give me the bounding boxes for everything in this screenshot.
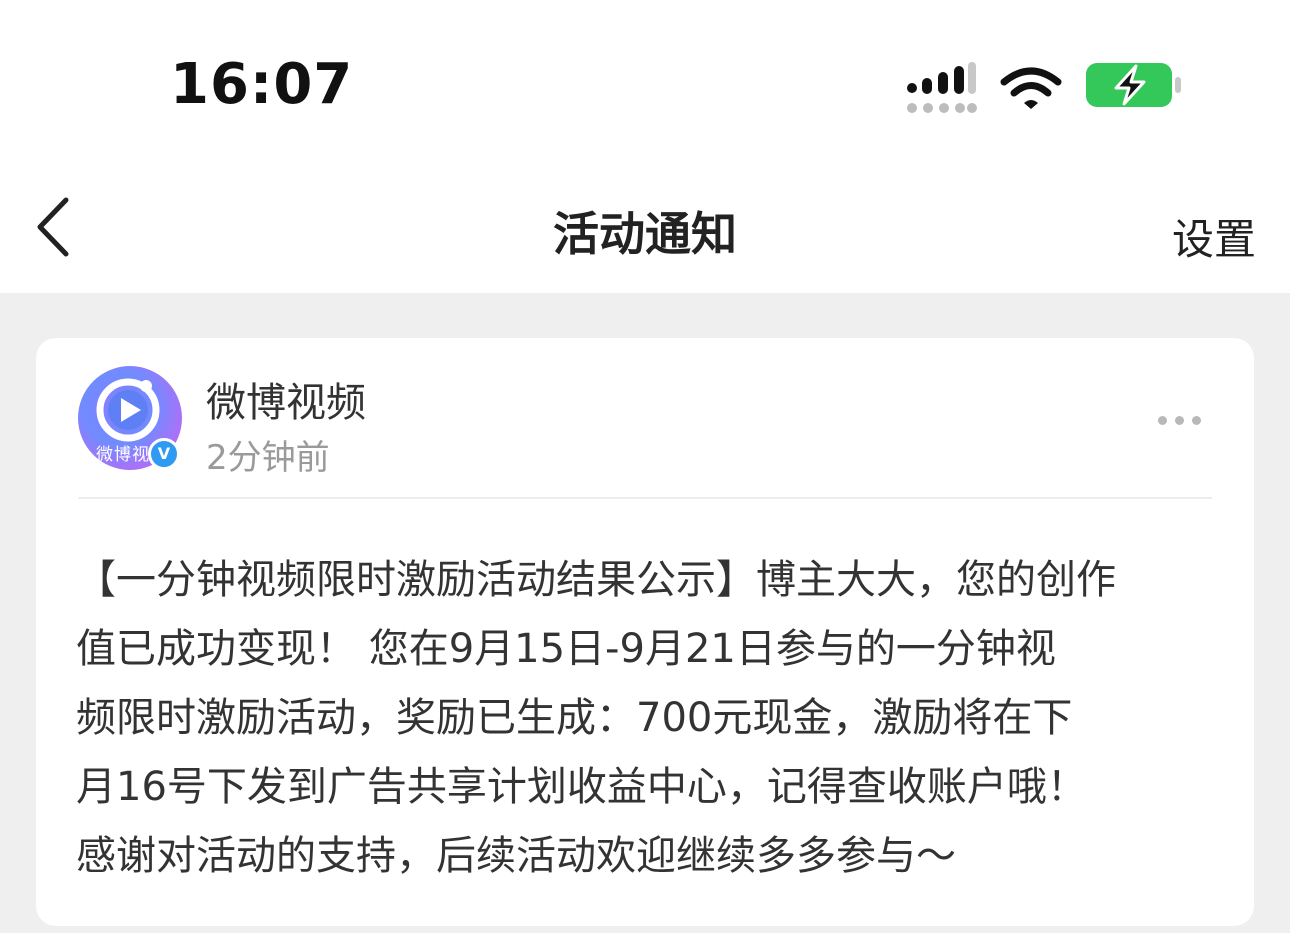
battery-charging-icon bbox=[1086, 63, 1181, 107]
divider bbox=[78, 497, 1212, 499]
message-line: 感谢对活动的支持，后续活动欢迎继续多多参与～ bbox=[76, 833, 956, 879]
cellular-signal-icon bbox=[907, 62, 977, 113]
settings-button[interactable]: 设置 bbox=[1172, 206, 1256, 267]
message-line: 频限时激励活动，奖励已生成：700元现金，激励将在下 bbox=[76, 695, 1073, 741]
status-icons bbox=[904, 62, 1194, 118]
navigation-bar: 活动通知 设置 bbox=[0, 160, 1290, 293]
avatar-label: 微博视 bbox=[96, 445, 150, 465]
message-line: 值已成功变现！ 您在9月15日-9月21日参与的一分钟视 bbox=[76, 626, 1056, 672]
account-name[interactable]: 微博视频 bbox=[206, 370, 366, 428]
notification-message: 【一分钟视频限时激励活动结果公示】博主大大，您的创作 值已成功变现！ 您在9月1… bbox=[76, 546, 1216, 891]
status-bar: 16:07 bbox=[0, 0, 1290, 160]
page-title: 活动通知 bbox=[553, 207, 737, 261]
more-dots-icon[interactable] bbox=[1158, 410, 1214, 426]
status-time: 16:07 bbox=[170, 52, 354, 117]
wifi-icon bbox=[1000, 67, 1062, 109]
post-timestamp: 2分钟前 bbox=[206, 438, 330, 478]
message-line: 月16号下发到广告共享计划收益中心，记得查收账户哦！ bbox=[76, 764, 1087, 810]
verified-badge-icon: V bbox=[148, 438, 180, 470]
notification-card: 微博视 V 微博视频 2分钟前 【一分钟视频限时激励活动结果公示】博主大大，您的… bbox=[36, 338, 1254, 926]
message-line: 【一分钟视频限时激励活动结果公示】博主大大，您的创作 bbox=[76, 557, 1116, 603]
